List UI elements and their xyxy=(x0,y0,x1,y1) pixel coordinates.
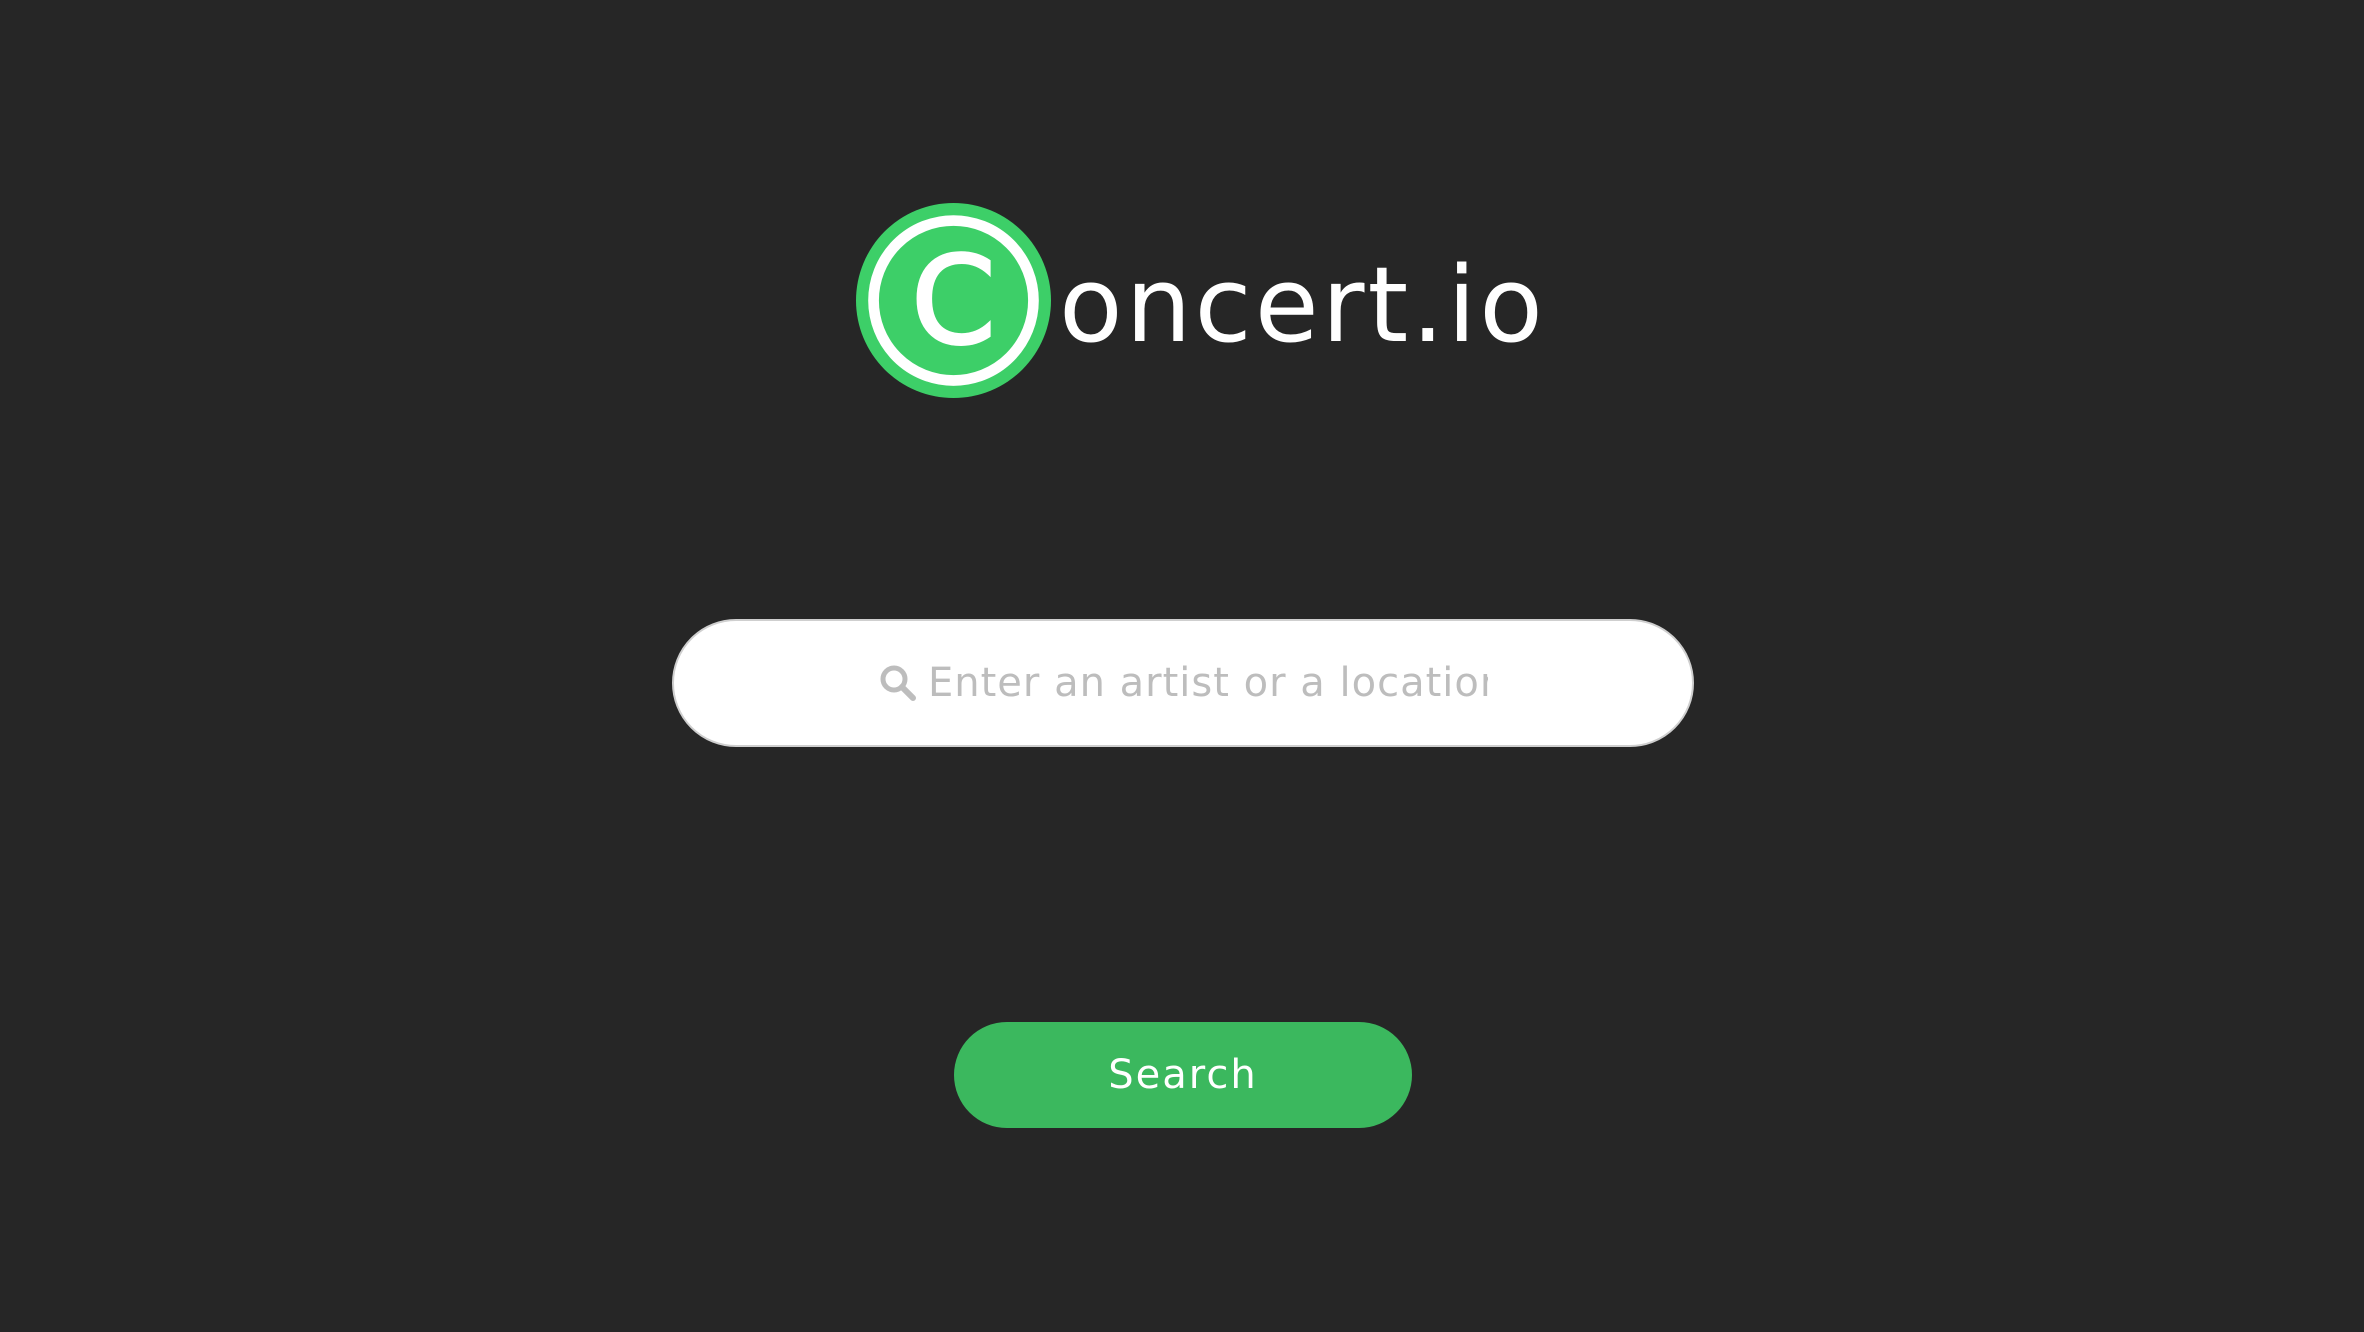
logo-letter: C xyxy=(911,231,995,372)
search-button[interactable]: Search xyxy=(954,1022,1412,1128)
brand-logo: C oncert.io xyxy=(856,203,1546,398)
brand-name: oncert.io xyxy=(1059,243,1546,366)
search-input[interactable] xyxy=(928,653,1488,713)
concert-logo-icon: C xyxy=(856,203,1051,398)
landing-page: C oncert.io Search xyxy=(0,0,2364,1332)
search-icon xyxy=(880,665,916,701)
search-field[interactable] xyxy=(672,619,1694,747)
